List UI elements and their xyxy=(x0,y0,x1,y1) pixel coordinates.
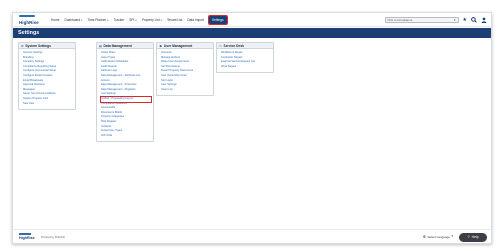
panel-title: Service Desk xyxy=(223,43,245,48)
settings-link[interactable]: Work Targets xyxy=(221,65,271,70)
page-title: Settings xyxy=(18,30,40,36)
nav-item-spi[interactable]: SPI ▾ xyxy=(129,18,136,22)
nav-item-time-planner[interactable]: Time Planner ▾ xyxy=(87,18,108,22)
panel-title: Data Management xyxy=(103,43,132,48)
footer-logo: HighRise xyxy=(19,233,39,241)
company-select[interactable]: Pick a Compliance ▾ xyxy=(384,17,459,23)
page-header: Settings xyxy=(13,28,491,38)
chevron-down-icon: ▾ xyxy=(81,18,83,22)
nav-item-label: SPI xyxy=(129,18,135,22)
globe-icon: ⊕ xyxy=(422,233,426,239)
panel-links: Workflow & Repair Contractor Targets Exter… xyxy=(217,49,273,72)
star-icon[interactable]: ★ xyxy=(463,17,467,23)
chevron-down-icon: ▾ xyxy=(107,18,109,22)
footer-logo-bar xyxy=(19,233,31,235)
panel-links: Accounts Manage Authors Roles User Assignm… xyxy=(157,49,213,95)
monitor-icon: ▭ xyxy=(219,43,223,48)
nav-item-label: Settings xyxy=(212,18,224,22)
user-icon[interactable] xyxy=(481,17,487,23)
nav-item-label: Time Planner xyxy=(87,18,107,22)
powered-by-text: Powered by MuleSoft xyxy=(41,235,65,239)
nav-item-label: Tenant List xyxy=(166,18,183,22)
app-window: HighRise Home Dashboard ▾ Time Planner ▾ Trac… xyxy=(12,12,492,244)
settings-link[interactable]: GIS Tools xyxy=(101,134,151,139)
top-navigation: HighRise Home Dashboard ▾ Time Planner ▾ Trac… xyxy=(13,13,491,27)
nav-item-label: Tracker xyxy=(113,18,125,22)
settings-panels: ⚙ System Settings Account Settings Brandi… xyxy=(18,42,488,192)
app-logo[interactable]: HighRise xyxy=(19,15,45,25)
help-label: Help xyxy=(471,235,479,239)
help-icon: ? xyxy=(467,234,470,239)
panel-data-management: ▤ Data Management Action Plans Asset Type… xyxy=(96,42,154,143)
panel-links: Action Plans Asset Types Audit Report Sche… xyxy=(97,49,153,141)
database-icon: ▤ xyxy=(99,43,103,48)
panel-title: System Settings xyxy=(25,43,52,48)
nav-item-tracker[interactable]: Tracker xyxy=(114,18,125,22)
nav-item-property-list[interactable]: Property List ▾ xyxy=(142,18,162,22)
nav-item-label: Home xyxy=(51,18,60,22)
settings-link[interactable]: New User xyxy=(23,102,73,107)
footer-logo-text: HighRise xyxy=(19,235,35,240)
nav-item-tenant-list[interactable]: Tenant List xyxy=(167,18,182,22)
chevron-down-icon: ▾ xyxy=(454,17,456,22)
cog-icon: ⚙ xyxy=(21,43,24,48)
logo-text: HighRise xyxy=(19,20,39,25)
chevron-down-icon: ▾ xyxy=(135,18,137,22)
panel-title: User Management xyxy=(163,43,193,48)
main-nav: Home Dashboard ▾ Time Planner ▾ Tracker SPI ▾ Pr… xyxy=(51,13,229,27)
nav-item-label: Data Import xyxy=(187,18,205,22)
settings-link[interactable]: Users List xyxy=(161,88,211,93)
search-icon[interactable] xyxy=(471,17,477,23)
users-icon: ☻ xyxy=(159,43,163,48)
chevron-down-icon: ▾ xyxy=(160,18,162,22)
company-select-value: Pick a Compliance xyxy=(387,18,413,22)
nav-item-label: Dashboard xyxy=(64,18,81,22)
chevron-down-icon: ▾ xyxy=(451,234,453,238)
nav-actions: Pick a Compliance ▾ ★ xyxy=(384,15,487,25)
nav-item-data-import[interactable]: Data Import xyxy=(187,18,204,22)
help-button[interactable]: ? Help xyxy=(459,232,487,242)
nav-item-home[interactable]: Home xyxy=(51,18,60,22)
panel-system-settings: ⚙ System Settings Account Settings Brandi… xyxy=(18,42,76,111)
language-label: Select Language xyxy=(427,234,450,239)
panel-links: Account Settings Branding Company Settings… xyxy=(19,49,75,109)
nav-item-label: Property List xyxy=(141,18,160,22)
footer: HighRise Powered by MuleSoft ⊕ Select La… xyxy=(13,229,491,243)
nav-item-settings[interactable]: Settings xyxy=(207,14,229,26)
language-selector[interactable]: ⊕ Select Language ▾ xyxy=(422,233,453,239)
nav-item-dashboard[interactable]: Dashboard ▾ xyxy=(65,18,83,22)
panel-user-management: ☻ User Management Accounts Manage Authors… xyxy=(156,42,214,97)
panel-service-desk: ▭ Service Desk Workflow & Repair Contract… xyxy=(216,42,274,74)
logo-bar xyxy=(19,15,35,17)
